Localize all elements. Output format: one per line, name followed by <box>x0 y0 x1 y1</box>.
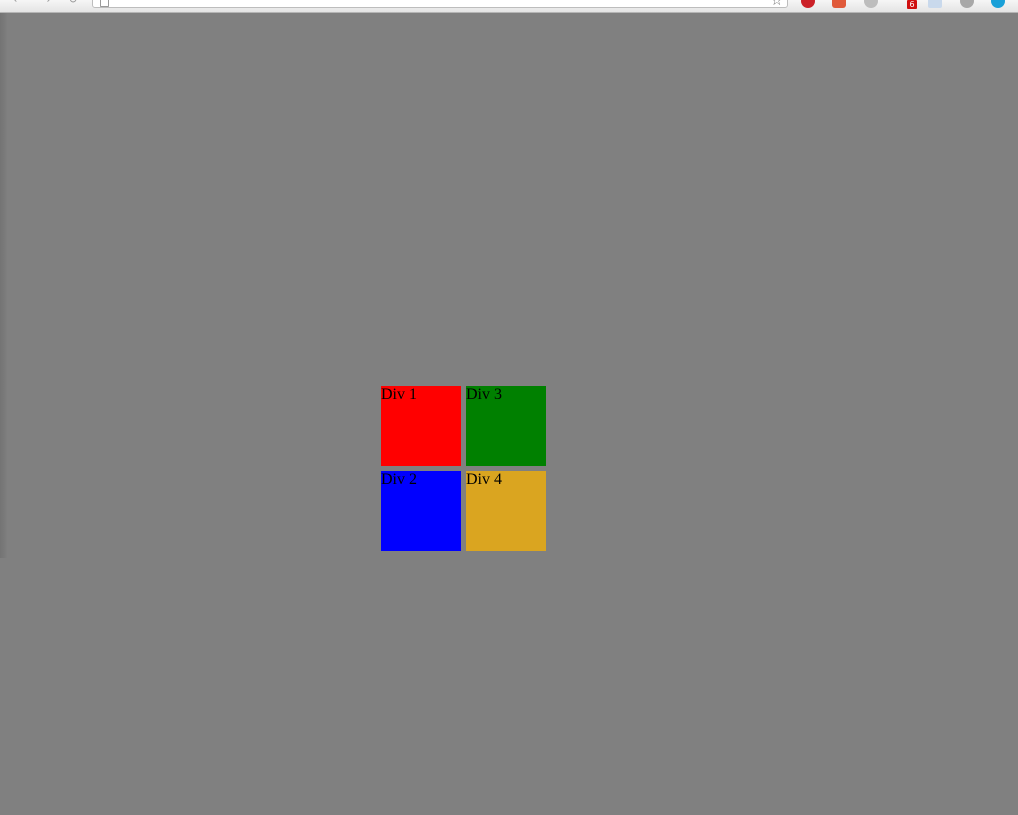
extension-icon[interactable] <box>928 0 942 8</box>
div-2-box: Div 2 <box>381 471 461 551</box>
div-4-label: Div 4 <box>466 471 502 488</box>
star-icon[interactable]: ☆ <box>770 0 783 8</box>
reload-icon[interactable]: ↻ <box>67 0 79 6</box>
back-icon[interactable]: ← <box>12 0 24 6</box>
div-4-box: Div 4 <box>466 471 546 551</box>
div-3-label: Div 3 <box>466 386 502 403</box>
div-1-box: Div 1 <box>381 386 461 466</box>
extension-icon[interactable] <box>991 0 1005 8</box>
forward-icon[interactable]: → <box>40 0 52 6</box>
page-shadow <box>0 13 8 558</box>
extension-icon[interactable] <box>832 0 846 8</box>
div-3-box: Div 3 <box>466 386 546 466</box>
div-2-label: Div 2 <box>381 471 417 488</box>
div-1-label: Div 1 <box>381 386 417 403</box>
pinterest-icon[interactable] <box>801 0 815 8</box>
notification-badge: 6 <box>907 0 917 9</box>
extension-icon[interactable] <box>864 0 878 8</box>
page-icon <box>100 0 109 7</box>
box-grid: Div 1 Div 3 Div 2 Div 4 <box>381 386 546 551</box>
address-bar[interactable]: ☆ <box>92 0 788 8</box>
url-text[interactable] <box>117 0 757 6</box>
extension-icon[interactable] <box>960 0 974 8</box>
browser-toolbar: ← → ↻ ☆ 6 <box>0 0 1018 13</box>
